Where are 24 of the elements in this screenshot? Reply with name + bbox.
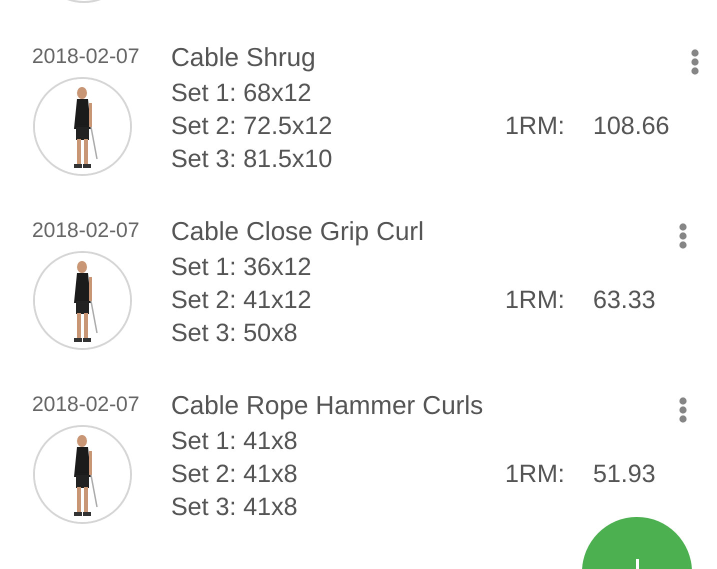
one-rm-value: 108.66 — [593, 112, 670, 141]
set-line: Set 1: 68x12 — [171, 79, 312, 108]
set-line: Set 3: 50x8 — [171, 319, 298, 348]
one-rm-label: 1RM: — [505, 460, 566, 489]
one-rm-value: 63.33 — [593, 286, 657, 315]
one-rm-label: 1RM: — [505, 286, 566, 315]
more-options-icon[interactable] — [691, 49, 700, 75]
set-line: Set 2: 41x8 — [171, 460, 298, 489]
set-line: Set 3: 41x8 — [171, 493, 298, 522]
entry-date: 2018-02-07 — [32, 45, 140, 69]
set-line: Set 3: 81.5x10 — [171, 145, 334, 174]
set-line: Set 2: 72.5x12 — [171, 112, 334, 141]
set-line: Set 1: 41x8 — [171, 427, 298, 456]
exercise-title: Cable Shrug — [171, 42, 317, 72]
more-options-icon[interactable] — [679, 223, 687, 249]
set-line: Set 2: 41x12 — [171, 286, 312, 315]
entry-date: 2018-02-07 — [32, 219, 140, 243]
one-rm-value: 51.93 — [593, 460, 657, 489]
exercise-title: Cable Close Grip Curl — [171, 216, 425, 246]
set-line: Set 1: 36x12 — [171, 253, 312, 282]
entry-date: 2018-02-07 — [32, 393, 140, 417]
one-rm-label: 1RM: — [505, 112, 566, 141]
exercise-title: Cable Rope Hammer Curls — [171, 390, 484, 420]
more-options-icon[interactable] — [679, 397, 687, 423]
